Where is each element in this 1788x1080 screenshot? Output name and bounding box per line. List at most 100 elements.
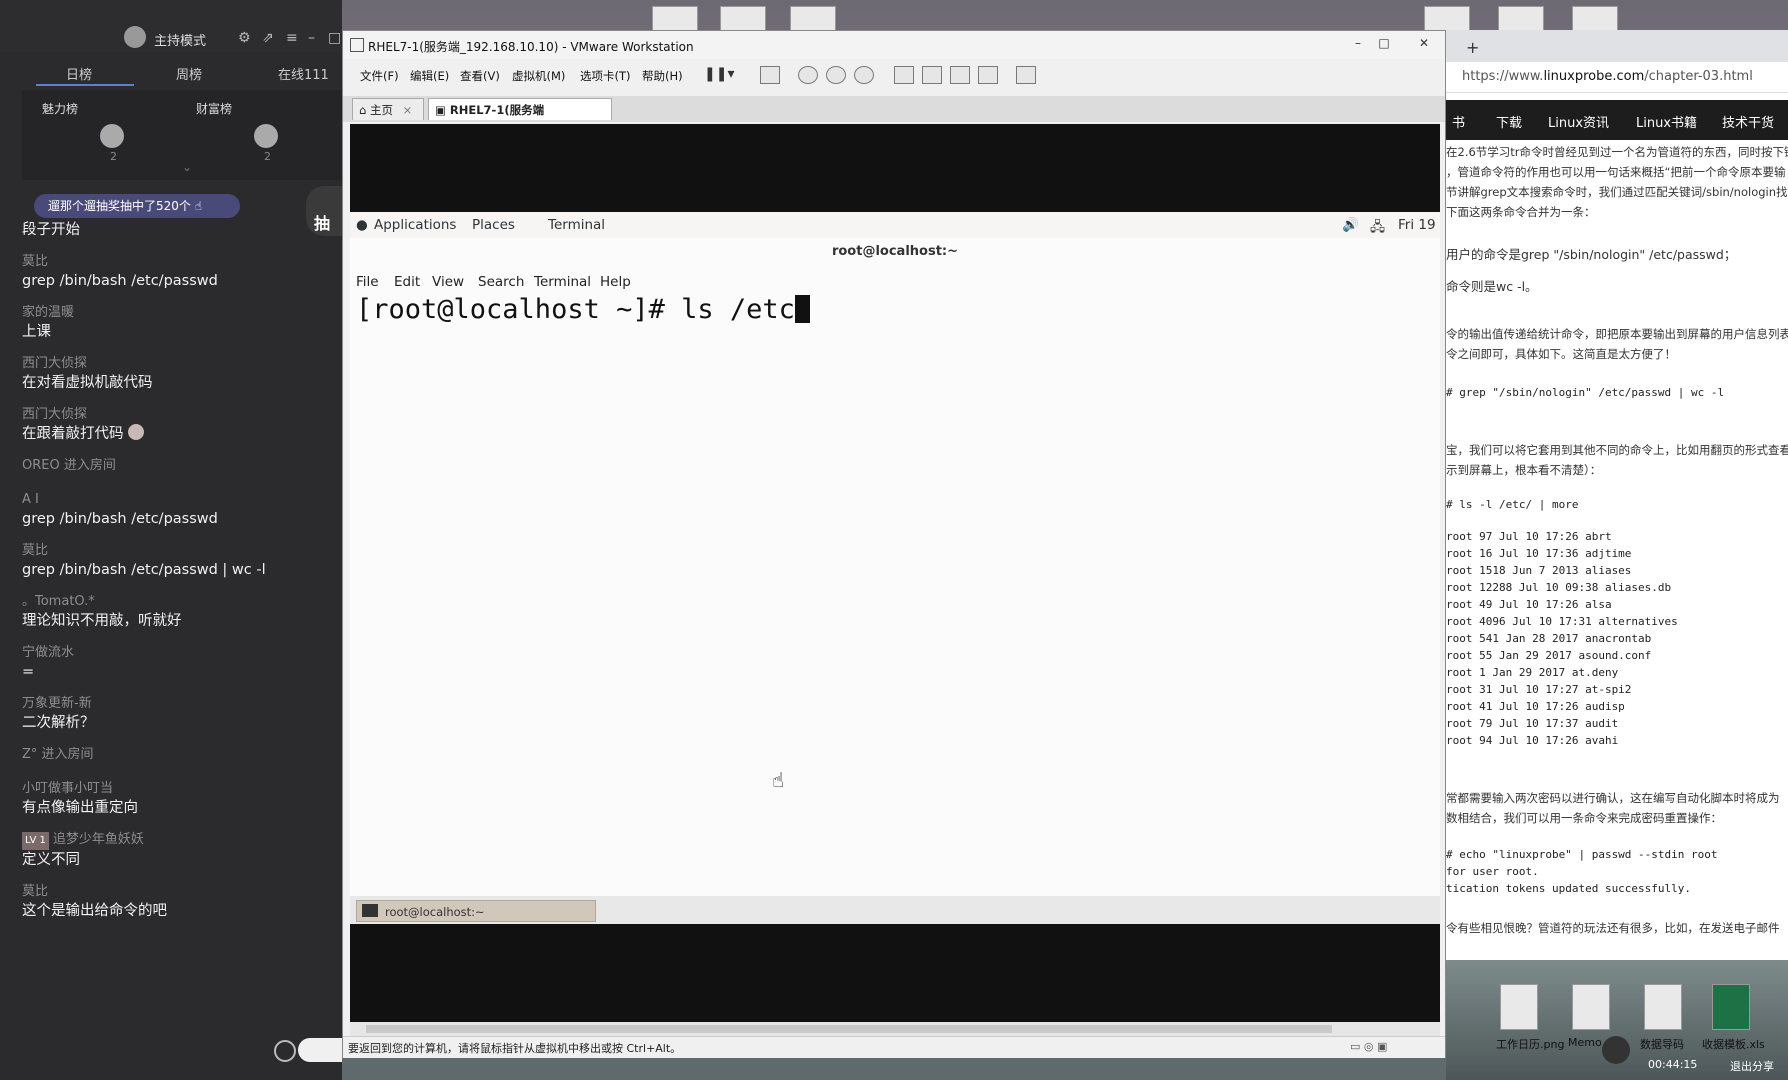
device-icons[interactable]: ▭ ◎ ▣ xyxy=(1350,1040,1387,1053)
chat-nick[interactable]: 家的温暖 xyxy=(22,304,332,322)
scrollbar-thumb[interactable] xyxy=(366,1025,1332,1033)
chat-message: A I grep /bin/bash /etc/passwd xyxy=(22,491,332,529)
terminal-title: root@localhost:~ xyxy=(831,244,959,259)
nav-item-linux-news[interactable]: Linux资讯 xyxy=(1548,112,1609,131)
listing-line: root 16 Jul 10 17:36 adjtime xyxy=(1446,547,1632,560)
chat-nick[interactable]: 。TomatO.* xyxy=(22,593,332,611)
chat-message: 西门大侦探 在对看虚拟机敲代码 xyxy=(22,355,332,393)
clock[interactable]: Fri 19 xyxy=(1398,217,1436,233)
chat-nick[interactable]: 宁做流水 xyxy=(22,644,332,662)
snapshot-manager-icon[interactable] xyxy=(854,66,874,84)
terminal-menu-file[interactable]: File xyxy=(356,274,379,290)
chat-text: 二次解析？ xyxy=(22,715,95,731)
nav-item[interactable]: 书 xyxy=(1452,112,1465,131)
tab-weekly-rank[interactable]: 周榜 xyxy=(176,64,202,83)
address-url[interactable]: https://www.linuxprobe.com/chapter-03.ht… xyxy=(1462,69,1753,84)
browser-tab-bar xyxy=(1446,30,1788,62)
terminal-menu-terminal[interactable]: Terminal xyxy=(534,274,591,290)
sidebar-toggle-icon[interactable] xyxy=(894,66,914,84)
nav-item-linux-books[interactable]: Linux书籍 xyxy=(1636,112,1697,131)
terminal-prompt-line[interactable]: [root@localhost ~]# ls /etc xyxy=(356,294,810,325)
pause-icon[interactable]: ❚❚▾ xyxy=(704,66,735,82)
chat-message: 段子开始 xyxy=(22,220,332,240)
settings-icon[interactable]: ⚙ xyxy=(238,30,251,46)
close-icon[interactable]: × xyxy=(403,103,413,117)
close-button[interactable]: ✕ xyxy=(1412,34,1436,52)
rank-count: 2 xyxy=(264,150,271,163)
maximize-icon[interactable]: □ xyxy=(328,30,341,46)
terminal-menu-help[interactable]: Help xyxy=(600,274,631,290)
lottery-text: 遛那个遛抽奖抽中了520个 xyxy=(48,199,191,213)
console-view-icon[interactable] xyxy=(922,66,942,84)
system-join-message: Z° 进入房间 xyxy=(22,747,94,762)
new-tab-icon[interactable]: + xyxy=(1466,38,1479,57)
view-options-icon[interactable] xyxy=(1016,66,1036,84)
places-menu[interactable]: Places xyxy=(472,217,515,233)
menu-tabs[interactable]: 选项卡(T) xyxy=(580,68,631,84)
charm-rank-title[interactable]: 魅力榜 xyxy=(42,100,78,117)
terminal-icon xyxy=(362,904,378,917)
rank-count: 2 xyxy=(110,150,117,163)
tab-home[interactable]: ⌂ 主页 × xyxy=(352,98,424,120)
menu-icon[interactable]: ≡ xyxy=(286,30,298,46)
article-line: 令之间即可，具体如下。这简直是太方便了！ xyxy=(1446,347,1676,361)
presenter-avatar xyxy=(1602,1036,1630,1064)
chat-nick[interactable]: 莫比 xyxy=(22,883,332,901)
network-icon[interactable]: 🖧 xyxy=(1370,217,1385,240)
minimize-icon[interactable]: – xyxy=(308,30,315,46)
send-ctrl-alt-del-icon[interactable] xyxy=(760,66,780,84)
article-line: 用户的命令是grep "/sbin/nologin" /etc/passwd； xyxy=(1446,247,1737,262)
tab-vm[interactable]: ▣ RHEL7-1(服务端_192.168.... × xyxy=(428,98,612,139)
vm-console-lower[interactable] xyxy=(350,924,1440,1022)
wealth-rank-title[interactable]: 财富榜 xyxy=(196,100,232,117)
chevron-down-icon[interactable]: ⌄ xyxy=(182,160,192,174)
chat-nick[interactable]: 小叮做事小叮当 xyxy=(22,780,332,798)
chat-text: 定义不同 xyxy=(22,852,80,868)
chat-message: 莫比 grep /bin/bash /etc/passwd xyxy=(22,253,332,291)
chat-input[interactable] xyxy=(298,1038,342,1062)
unity-icon[interactable] xyxy=(978,66,998,84)
maximize-button[interactable]: □ xyxy=(1372,34,1396,52)
menu-view[interactable]: 查看(V) xyxy=(460,68,500,84)
chat-nick[interactable]: LV 1 追梦少年鱼妖妖 xyxy=(22,831,332,850)
nav-item-download[interactable]: 下载 xyxy=(1496,112,1522,131)
chat-message: 。TomatO.* 理论知识不用敲，听就好 xyxy=(22,593,332,631)
chat-nick[interactable]: 莫比 xyxy=(22,542,332,560)
revert-snapshot-icon[interactable] xyxy=(826,66,846,84)
excel-file-icon[interactable] xyxy=(1712,984,1750,1030)
rank-avatar[interactable] xyxy=(100,124,124,148)
archive-file-icon[interactable] xyxy=(1644,984,1682,1030)
terminal-window[interactable] xyxy=(350,238,1440,896)
snapshot-icon[interactable] xyxy=(798,66,818,84)
terminal-menu-edit[interactable]: Edit xyxy=(394,274,420,290)
menu-vm[interactable]: 虚拟机(M) xyxy=(512,68,565,84)
chat-nick[interactable]: A I xyxy=(22,491,332,509)
terminal-app-menu[interactable]: Terminal xyxy=(548,217,605,233)
minimize-button[interactable]: – xyxy=(1346,34,1370,52)
rank-avatar[interactable] xyxy=(254,124,278,148)
menu-edit[interactable]: 编辑(E) xyxy=(410,68,449,84)
terminal-menu-view[interactable]: View xyxy=(432,274,464,290)
chat-nick[interactable]: 莫比 xyxy=(22,253,332,271)
emoji-button[interactable] xyxy=(274,1040,296,1062)
article-line: 令有些相见恨晚？管道符的玩法还有很多，比如，在发送电子邮件 xyxy=(1446,921,1780,935)
nav-item-tech[interactable]: 技术干货 xyxy=(1722,112,1774,131)
image-file-icon[interactable] xyxy=(1500,984,1538,1030)
volume-icon[interactable]: 🔊 xyxy=(1342,217,1359,233)
chat-nick[interactable]: 万象更新-新 xyxy=(22,695,332,713)
applications-menu[interactable]: Applications xyxy=(374,217,456,233)
memo-file-icon[interactable] xyxy=(1572,984,1610,1030)
taskbar-terminal-item[interactable]: root@localhost:~ xyxy=(356,900,596,922)
tab-daily-rank[interactable]: 日榜 xyxy=(66,64,92,83)
chat-nick[interactable]: 西门大侦探 xyxy=(22,355,332,373)
menu-help[interactable]: 帮助(H) xyxy=(642,68,683,84)
vmware-app-icon xyxy=(350,38,364,52)
host-avatar[interactable] xyxy=(124,26,146,48)
menu-file[interactable]: 文件(F) xyxy=(360,68,399,84)
external-link-icon[interactable]: ⇗ xyxy=(262,30,274,46)
tab-online-count[interactable]: 在线111 xyxy=(278,64,329,83)
terminal-menu-search[interactable]: Search xyxy=(478,274,524,290)
exit-share-button[interactable]: 退出分享 xyxy=(1730,1058,1774,1074)
chat-nick[interactable]: 西门大侦探 xyxy=(22,406,332,424)
fullscreen-icon[interactable] xyxy=(950,66,970,84)
